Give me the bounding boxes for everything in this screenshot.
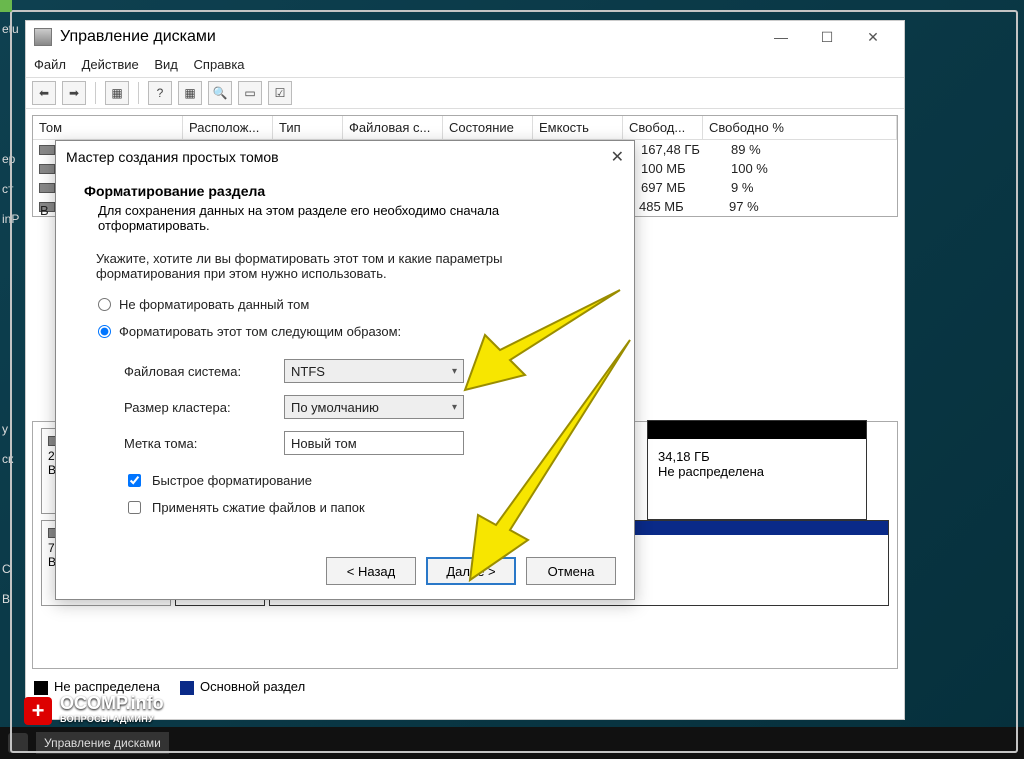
nav-back-icon[interactable]: ⬅ bbox=[32, 81, 56, 105]
toolbar-btn-1[interactable]: ▦ bbox=[105, 81, 129, 105]
menu-action[interactable]: Действие bbox=[82, 53, 151, 76]
volume-list-header: Том Располож... Тип Файловая с... Состоя… bbox=[33, 116, 897, 140]
toolbar-btn-3[interactable]: ▭ bbox=[238, 81, 262, 105]
toolbar-btn-4[interactable]: ☑ bbox=[268, 81, 292, 105]
help-icon[interactable]: ? bbox=[148, 81, 172, 105]
close-button[interactable]: ✕ bbox=[850, 23, 896, 51]
menu-file[interactable]: Файл bbox=[34, 53, 78, 76]
watermark: + OCOMP.infoВОПРОСЫ АДМИНУ bbox=[24, 695, 164, 727]
taskbar-app-button[interactable]: Управление дисками bbox=[36, 732, 169, 754]
annotation-arrow-2 bbox=[450, 330, 650, 595]
volume-icon bbox=[39, 145, 55, 155]
titlebar: Управление дисками — ☐ ✕ bbox=[26, 21, 904, 53]
wizard-title: Мастер создания простых томов bbox=[66, 149, 279, 165]
cluster-size-select[interactable]: По умолчанию▾ bbox=[284, 395, 464, 419]
desktop-left-fragments: etuерстinP уск СВ bbox=[0, 20, 25, 620]
toolbar-btn-2[interactable]: ▦ bbox=[178, 81, 202, 105]
search-icon[interactable]: 🔍 bbox=[208, 81, 232, 105]
minimize-button[interactable]: — bbox=[758, 23, 804, 51]
app-icon bbox=[34, 28, 52, 46]
menu-help[interactable]: Справка bbox=[194, 53, 257, 76]
radio-format[interactable] bbox=[98, 325, 111, 338]
volume-label-input[interactable]: Новый том bbox=[284, 431, 464, 455]
menu-bar: Файл Действие Вид Справка bbox=[26, 53, 904, 77]
back-button[interactable]: < Назад bbox=[326, 557, 416, 585]
quick-format-checkbox[interactable] bbox=[128, 474, 141, 487]
volume-icon bbox=[39, 164, 55, 174]
toolbar: ⬅ ➡ ▦ ? ▦ 🔍 ▭ ☑ bbox=[26, 77, 904, 109]
taskbar-app-icon[interactable] bbox=[8, 733, 28, 753]
watermark-badge: + bbox=[24, 697, 52, 725]
wizard-close-button[interactable]: ✕ bbox=[611, 147, 624, 167]
volume-icon bbox=[39, 183, 55, 193]
taskbar: Управление дисками bbox=[0, 727, 1024, 759]
filesystem-select[interactable]: NTFS▾ bbox=[284, 359, 464, 383]
nav-fwd-icon[interactable]: ➡ bbox=[62, 81, 86, 105]
compression-checkbox[interactable] bbox=[128, 501, 141, 514]
volume-icon: В bbox=[39, 202, 55, 212]
partition-unallocated-right[interactable]: 34,18 ГБНе распределена bbox=[647, 420, 867, 520]
maximize-button[interactable]: ☐ bbox=[804, 23, 850, 51]
menu-view[interactable]: Вид bbox=[154, 53, 190, 76]
window-title: Управление дисками bbox=[60, 28, 216, 46]
wizard-subtitle: Для сохранения данных на этом разделе ег… bbox=[84, 199, 606, 233]
radio-no-format[interactable] bbox=[98, 298, 111, 311]
wizard-heading: Форматирование раздела bbox=[84, 183, 265, 199]
